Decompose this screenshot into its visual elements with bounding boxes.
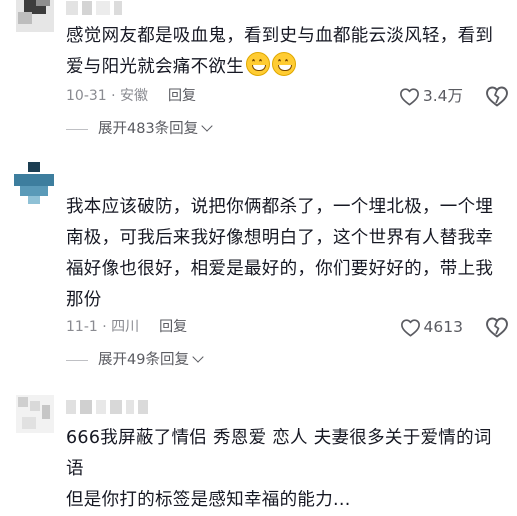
comment-meta: 10-31 · 安徽 回复 [66, 86, 196, 106]
username-redacted[interactable] [66, 399, 152, 417]
expand-divider-line [66, 128, 88, 130]
avatar[interactable] [16, 395, 54, 433]
broken-heart-icon[interactable] [483, 316, 511, 338]
comment-text-line-part: 爱与阳光就会痛不欲生 [66, 57, 244, 77]
comment-text: 我本应该破防，说把你俩都杀了，一个埋北极，一个埋 南极，可我后来我好像想明白了，… [66, 192, 506, 316]
username-redacted[interactable] [66, 0, 126, 18]
comment-item: 666我屏蔽了情侣 秀恩爱 恋人 夫妻很多关于爱情的词语 但是你打的标签是感知幸… [0, 395, 517, 510]
comment-item: 我本应该破防，说把你俩都杀了，一个埋北极，一个埋 南极，可我后来我好像想明白了，… [0, 160, 517, 375]
comment-meta: 11-1 · 四川 回复 [66, 317, 187, 337]
comment-item: 感觉网友都是吸血鬼，看到史与血都能云淡风轻，看到 爱与阳光就会痛不欲生 10-3… [0, 0, 517, 150]
grinning-face-icon [272, 52, 296, 76]
chevron-down-icon [201, 120, 213, 132]
expand-replies-button[interactable]: 展开483条回复 [66, 119, 213, 139]
comment-text-line: 感觉网友都是吸血鬼，看到史与血都能云淡风轻，看到 [66, 26, 494, 46]
like-button[interactable]: 4613 [400, 316, 463, 338]
comment-text-line: 那份 [66, 290, 102, 310]
broken-heart-icon[interactable] [483, 85, 511, 107]
comment-text: 感觉网友都是吸血鬼，看到史与血都能云淡风轻，看到 爱与阳光就会痛不欲生 [66, 21, 506, 83]
reply-button[interactable]: 回复 [168, 88, 196, 104]
like-count: 3.4万 [422, 87, 463, 105]
like-button[interactable]: 3.4万 [399, 85, 463, 107]
comment-text: 666我屏蔽了情侣 秀恩爱 恋人 夫妻很多关于爱情的词语 但是你打的标签是感知幸… [66, 423, 506, 516]
comment-text-line: 但是你打的标签是感知幸福的能力... [66, 490, 351, 510]
heart-icon [400, 319, 420, 337]
comment-text-line: 爱与阳光就会痛不欲生 [66, 52, 506, 83]
expand-divider-line [66, 359, 88, 361]
comment-text-line: 福好像也很好，相爱是最好的，你们要好好的，带上我 [66, 259, 494, 279]
expand-replies-button[interactable]: 展开49条回复 [66, 350, 204, 370]
date-location: 11-1 · 四川 [66, 319, 140, 335]
heart-icon [399, 88, 419, 106]
like-count: 4613 [423, 318, 463, 336]
reply-button[interactable]: 回复 [159, 319, 187, 335]
avatar[interactable] [14, 162, 54, 204]
comment-text-line: 我本应该破防，说把你俩都杀了，一个埋北极，一个埋 [66, 197, 494, 217]
grinning-face-icon [246, 52, 270, 76]
chevron-down-icon [192, 351, 204, 363]
expand-replies-label: 展开49条回复 [98, 352, 189, 368]
avatar[interactable] [16, 0, 54, 32]
comment-text-line: 南极，可我后来我好像想明白了，这个世界有人替我幸 [66, 228, 494, 248]
expand-replies-label: 展开483条回复 [98, 121, 199, 137]
date-location: 10-31 · 安徽 [66, 88, 149, 104]
comment-text-line: 666我屏蔽了情侣 秀恩爱 恋人 夫妻很多关于爱情的词语 [66, 428, 492, 479]
